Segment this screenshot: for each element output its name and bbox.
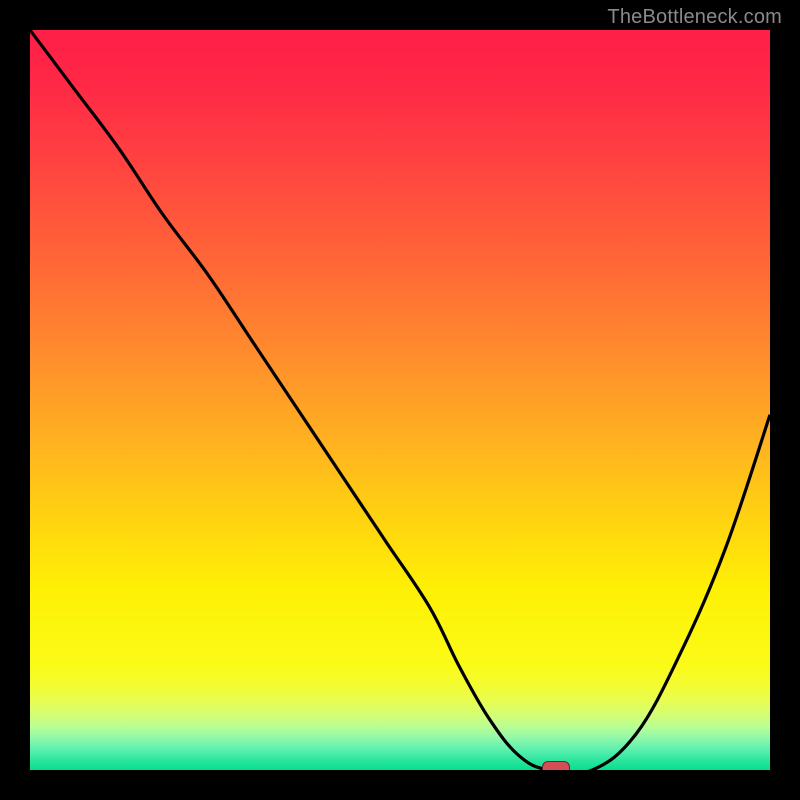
selection-marker <box>542 761 570 770</box>
chart-canvas: TheBottleneck.com <box>0 0 800 800</box>
curve-layer <box>30 30 770 770</box>
plot-area <box>30 30 770 770</box>
bottleneck-curve <box>30 30 770 770</box>
watermark-text: TheBottleneck.com <box>607 6 782 29</box>
